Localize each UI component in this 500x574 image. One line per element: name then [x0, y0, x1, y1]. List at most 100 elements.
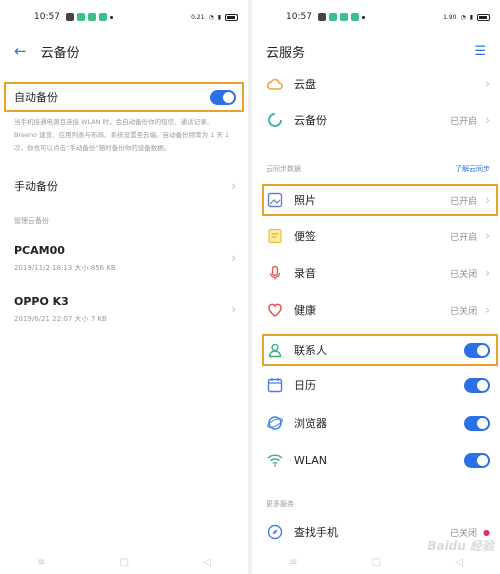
cloud-backup-screen: 10:57 0.21 ◔ ▮ ← 云备份 自动备份 当手机接通电源且连接 WLA…: [0, 0, 248, 574]
net-speed: 0.21: [191, 13, 205, 21]
device-item[interactable]: PCAM00 2019/11/2 18:13 大小 856 KB ›: [0, 240, 248, 276]
notification-icons: [318, 13, 365, 21]
item-state: 已关闭: [450, 269, 478, 280]
chevron-right-icon: ›: [485, 229, 490, 243]
item-label: 录音: [294, 267, 316, 280]
item-label: 查找手机: [294, 526, 338, 539]
sync-item-notes[interactable]: 便签 已开启 ›: [252, 218, 500, 254]
menu-nav-icon[interactable]: ≡: [37, 557, 45, 568]
heart-icon: [266, 301, 284, 319]
item-label: 浏览器: [294, 417, 327, 430]
item-state: 已开启: [450, 116, 478, 127]
service-item-cloud-drive[interactable]: 云盘 ›: [252, 66, 500, 102]
app-notification-icon: [351, 13, 359, 21]
more-section-header: 更多服务: [266, 500, 294, 508]
sync-item-photos[interactable]: 照片 已开启 ›: [252, 182, 500, 218]
chevron-right-icon: ›: [485, 77, 490, 91]
sync-item-wlan[interactable]: WLAN: [252, 442, 500, 478]
sync-item-calendar[interactable]: 日历: [252, 367, 500, 403]
contact-icon: [266, 341, 284, 359]
wlan-sync-toggle[interactable]: [464, 452, 490, 468]
chevron-right-icon: ›: [231, 179, 236, 193]
page-title: 云备份: [40, 45, 80, 61]
net-speed: 1.90: [443, 13, 457, 21]
menu-nav-icon[interactable]: ≡: [289, 557, 297, 568]
chevron-right-icon: ›: [485, 266, 490, 280]
item-label: 云备份: [294, 114, 327, 127]
item-state: 已开启: [450, 196, 478, 207]
back-arrow-icon[interactable]: ←: [14, 42, 27, 60]
cloud-icon: [266, 75, 284, 93]
device-info: 2019/6/21 22:07 大小 7 KB: [14, 314, 107, 323]
status-time: 10:57: [34, 12, 60, 22]
battery-icon: [225, 13, 238, 21]
device-info: 2019/11/2 18:13 大小 856 KB: [14, 263, 116, 272]
battery-icon: [477, 13, 490, 21]
list-menu-icon[interactable]: ☰: [474, 44, 486, 59]
header: ← 云备份: [0, 34, 248, 68]
home-nav-icon[interactable]: ▢: [120, 557, 129, 568]
status-bar: 10:57 0.21 ◔ ▮: [0, 0, 248, 34]
chevron-right-icon: ›: [231, 302, 236, 316]
app-notification-icon: [66, 13, 74, 21]
auto-backup-label: 自动备份: [14, 91, 58, 104]
item-label: 联系人: [294, 344, 327, 357]
more-dot-icon: [362, 15, 365, 19]
app-notification-icon: [99, 13, 107, 21]
manage-section-header: 管理云备份: [14, 217, 49, 225]
item-state: 已开启: [450, 232, 478, 243]
app-notification-icon: [340, 13, 348, 21]
cloud-service-screen: 10:57 1.90 ◔ ▮ 云服务 ☰ 云盘 › 云备份 已开启 › 云同步数…: [252, 0, 500, 574]
wifi-icon: [266, 451, 284, 469]
wifi-status-icon: ◔: [208, 13, 214, 21]
manual-backup-row[interactable]: 手动备份 ›: [0, 172, 248, 200]
status-right-icons: 1.90 ◔ ▮: [443, 13, 490, 21]
note-icon: [266, 227, 284, 245]
app-notification-icon: [88, 13, 96, 21]
auto-backup-row[interactable]: 自动备份: [0, 82, 248, 112]
compass-icon: [266, 523, 284, 541]
calendar-icon: [266, 376, 284, 394]
item-label: 健康: [294, 304, 316, 317]
back-nav-icon[interactable]: ◁: [455, 557, 463, 568]
signal-icon: ▮: [469, 13, 473, 21]
chevron-right-icon: ›: [485, 303, 490, 317]
learn-sync-link[interactable]: 了解云同步: [455, 164, 490, 174]
sync-item-browser[interactable]: 浏览器: [252, 405, 500, 441]
photo-icon: [266, 191, 284, 209]
item-label: 照片: [294, 194, 316, 207]
status-bar: 10:57 1.90 ◔ ▮: [252, 0, 500, 34]
service-item-backup[interactable]: 云备份 已开启 ›: [252, 102, 500, 138]
app-notification-icon: [77, 13, 85, 21]
status-time: 10:57: [286, 12, 312, 22]
item-label: 便签: [294, 230, 316, 243]
browser-sync-toggle[interactable]: [464, 415, 490, 431]
section-title: 云同步数据: [266, 165, 301, 173]
chevron-right-icon: ›: [485, 113, 490, 127]
notification-icons: [66, 13, 113, 21]
home-nav-icon[interactable]: ▢: [372, 557, 381, 568]
system-nav-bar: ≡ ▢ ◁: [0, 550, 248, 574]
system-nav-bar: ≡ ▢ ◁: [252, 550, 500, 574]
app-notification-icon: [318, 13, 326, 21]
sync-item-contacts[interactable]: 联系人: [252, 332, 500, 368]
item-label: 日历: [294, 379, 316, 392]
mic-icon: [266, 264, 284, 282]
sync-section-header: 云同步数据 了解云同步: [266, 164, 490, 174]
item-state: 已关闭: [450, 306, 478, 317]
device-item[interactable]: OPPO K3 2019/6/21 22:07 大小 7 KB ›: [0, 291, 248, 327]
wifi-status-icon: ◔: [460, 13, 466, 21]
sync-item-recordings[interactable]: 录音 已关闭 ›: [252, 255, 500, 291]
red-dot-badge: ●: [483, 527, 490, 537]
browser-icon: [266, 414, 284, 432]
more-dot-icon: [110, 15, 113, 19]
auto-backup-toggle[interactable]: [210, 89, 236, 105]
chevron-right-icon: ›: [485, 193, 490, 207]
app-notification-icon: [329, 13, 337, 21]
back-nav-icon[interactable]: ◁: [203, 557, 211, 568]
status-right-icons: 0.21 ◔ ▮: [191, 13, 238, 21]
sync-item-health[interactable]: 健康 已关闭 ›: [252, 292, 500, 328]
calendar-sync-toggle[interactable]: [464, 377, 490, 393]
page-title: 云服务: [266, 45, 306, 61]
contacts-sync-toggle[interactable]: [464, 342, 490, 358]
